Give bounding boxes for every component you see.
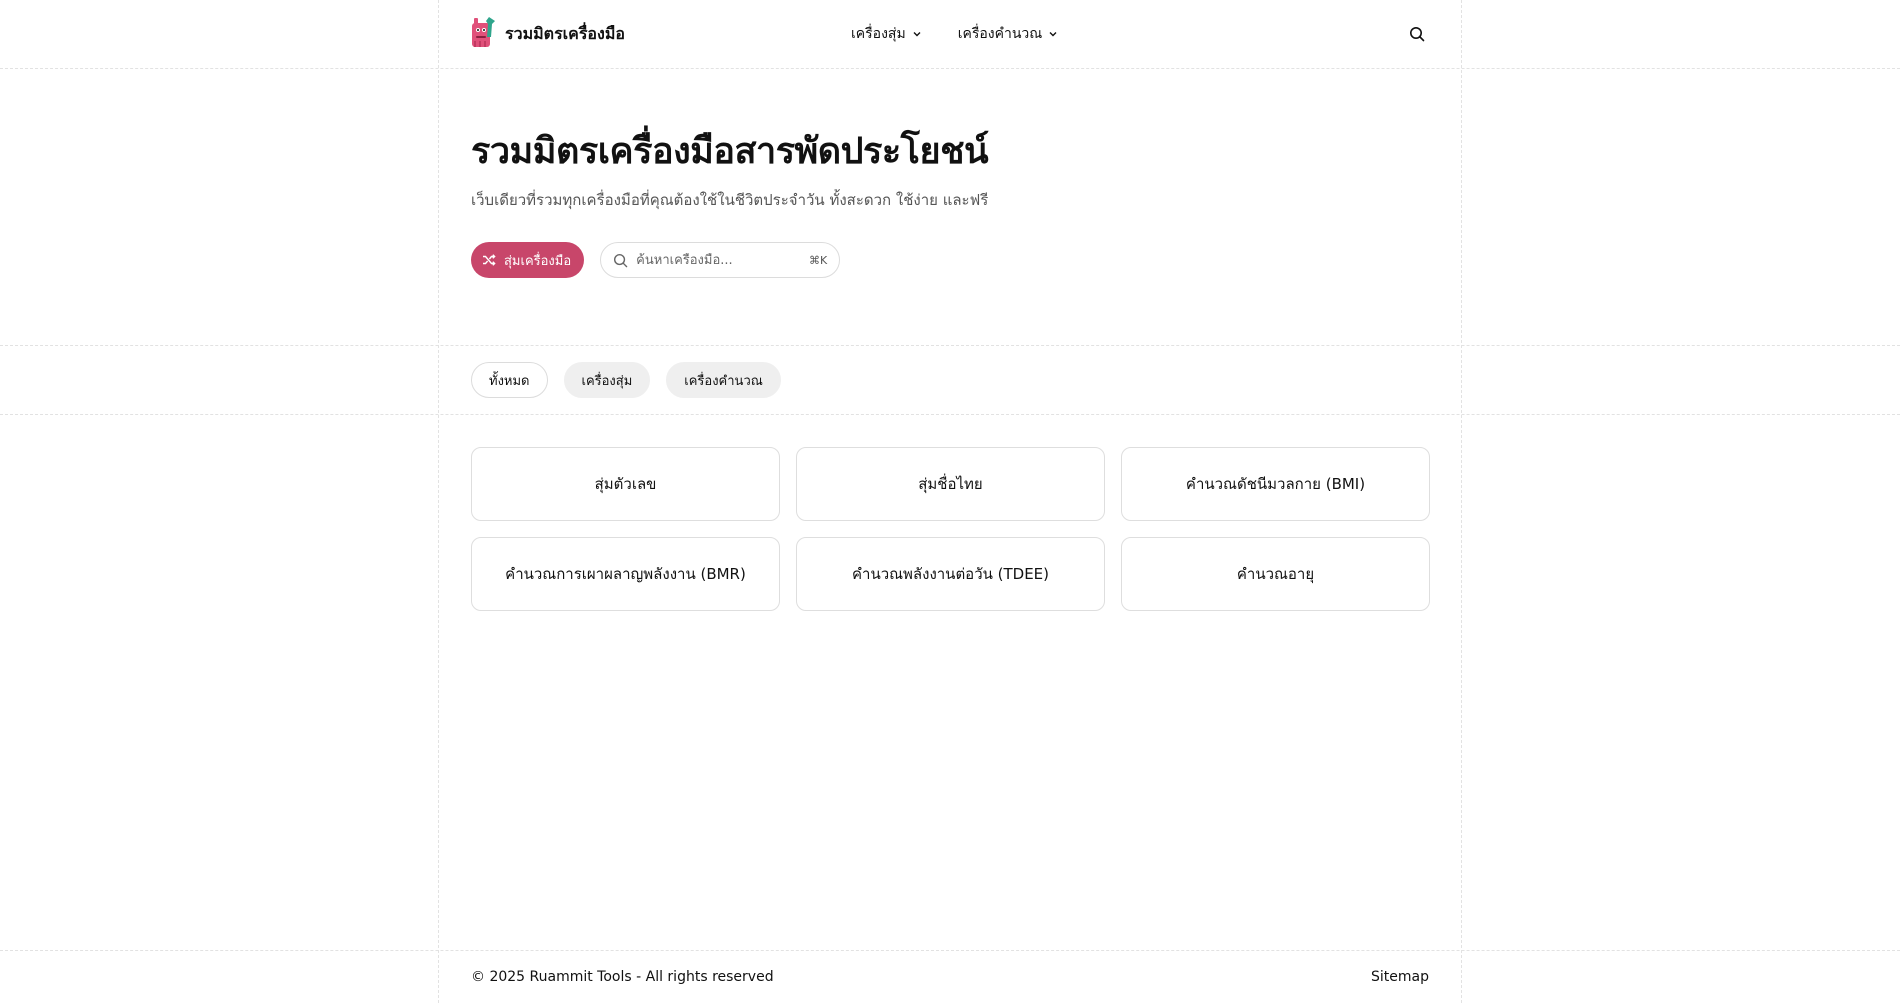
- page-title: รวมมิตรเครื่องมือสารพัดประโยชน์: [471, 131, 989, 172]
- tool-card-tdee[interactable]: คำนวณพลังงานต่อวัน (TDEE): [796, 537, 1105, 611]
- site-footer: © 2025 Ruammit Tools - All rights reserv…: [471, 951, 1429, 1003]
- sitemap-link[interactable]: Sitemap: [1371, 969, 1429, 985]
- guide-line-left: [438, 0, 439, 1003]
- logo-icon: [471, 15, 497, 53]
- hero-section: รวมมิตรเครื่องมือสารพัดประโยชน์ เว็บเดีย…: [471, 128, 1429, 278]
- tool-search-input[interactable]: [636, 252, 801, 268]
- filter-calculators[interactable]: เครื่องคำนวณ: [666, 362, 781, 398]
- chevron-down-icon: [913, 32, 921, 37]
- guide-line-right: [1461, 0, 1462, 1003]
- tool-search-box[interactable]: ⌘K: [600, 242, 841, 278]
- shuffle-icon: [483, 254, 496, 266]
- hero-actions: สุ่มเครื่องมือ ⌘K: [471, 242, 1429, 278]
- filter-random[interactable]: เครื่องสุ่ม: [563, 362, 651, 398]
- tool-grid: สุ่มตัวเลข สุ่มชื่อไทย คำนวณดัชนีมวลกาย …: [471, 447, 1430, 611]
- guide-line-header: [0, 68, 1900, 69]
- nav-item-random[interactable]: เครื่องสุ่ม: [851, 23, 922, 45]
- tool-card-random-thai-name[interactable]: สุ่มชื่อไทย: [796, 447, 1105, 521]
- search-icon: [1410, 27, 1425, 42]
- site-header: รวมมิตรเครื่องมือ เครื่องสุ่ม เครื่องคำน…: [471, 0, 1429, 68]
- guide-line-hero-bottom: [0, 345, 1900, 346]
- nav-item-label: เครื่องสุ่ม: [851, 26, 906, 42]
- brand-name: รวมมิตรเครื่องมือ: [505, 23, 625, 43]
- category-filters: ทั้งหมด เครื่องสุ่ม เครื่องคำนวณ: [471, 362, 1429, 398]
- main-nav: เครื่องสุ่ม เครื่องคำนวณ: [851, 0, 1058, 68]
- filter-all[interactable]: ทั้งหมด: [471, 362, 548, 398]
- random-tool-label: สุ่มเครื่องมือ: [504, 253, 572, 269]
- search-icon: [614, 253, 628, 267]
- tool-card-age[interactable]: คำนวณอายุ: [1121, 537, 1430, 611]
- brand-link[interactable]: รวมมิตรเครื่องมือ: [471, 15, 625, 53]
- page-subtitle: เว็บเดียวที่รวมทุกเครื่องมือที่คุณต้องใช…: [471, 191, 989, 209]
- nav-item-calculators[interactable]: เครื่องคำนวณ: [958, 23, 1059, 45]
- chevron-down-icon: [1049, 32, 1057, 37]
- random-tool-button[interactable]: สุ่มเครื่องมือ: [471, 242, 585, 278]
- nav-item-label: เครื่องคำนวณ: [957, 26, 1043, 42]
- header-search-button[interactable]: [1405, 22, 1429, 46]
- guide-line-filters-bottom: [0, 414, 1900, 415]
- search-shortcut-hint: ⌘K: [808, 253, 828, 267]
- tool-card-random-number[interactable]: สุ่มตัวเลข: [471, 447, 780, 521]
- copyright-text: © 2025 Ruammit Tools - All rights reserv…: [471, 969, 774, 985]
- tool-card-bmr[interactable]: คำนวณการเผาผลาญพลังงาน (BMR): [471, 537, 780, 611]
- tool-card-bmi[interactable]: คำนวณดัชนีมวลกาย (BMI): [1121, 447, 1430, 521]
